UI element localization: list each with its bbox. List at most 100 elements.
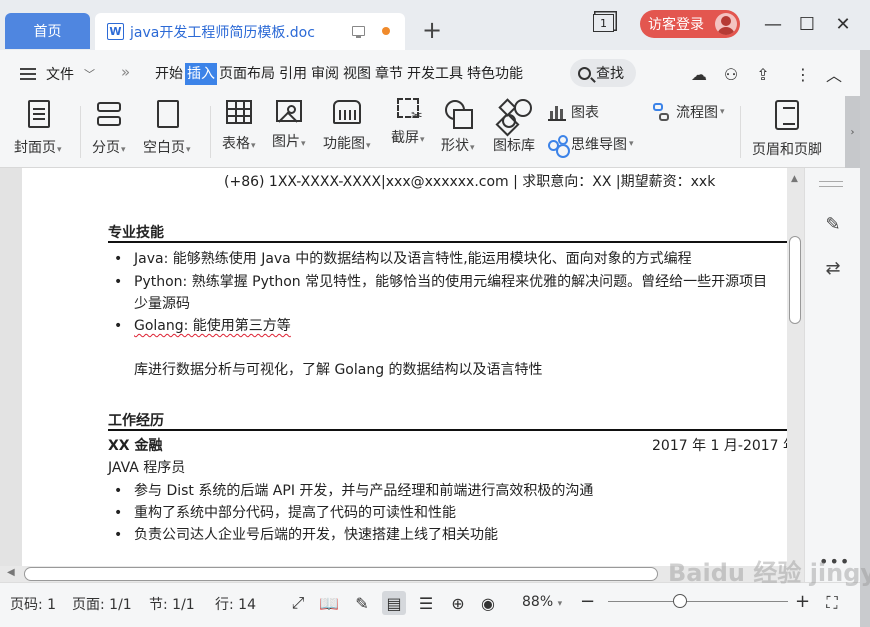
collapse-ribbon-icon[interactable]: ︿ [823,63,845,85]
menu-tab[interactable]: 审阅 [309,63,341,85]
blank-page-icon [157,100,180,128]
bullet-icon: • [114,527,123,543]
table-icon [225,100,252,124]
screenshot-button[interactable]: 截屏▾ [391,96,425,168]
zoom-in-button[interactable]: + [795,591,810,612]
chevron-down-icon: ﹀ [84,68,95,81]
window-count-button[interactable]: 1 [593,14,614,32]
right-sidebar: ✎ ⇄ ••• [804,168,860,582]
outline-view-icon[interactable]: ☰ [414,591,438,615]
word-doc-icon: W [107,23,124,40]
edit-mode-icon[interactable]: ✎ [350,591,374,615]
bullet-icon: • [114,505,123,521]
web-view-icon[interactable]: ⊕ [446,591,470,615]
work-item: • 负责公司达人企业号后端的开发，快速搭建上线了相关功能 [114,525,498,545]
icon-library-button[interactable]: 图标库 [493,96,535,168]
header-footer-button[interactable]: 页眉和页脚 [752,96,822,168]
flowchart-icon [653,103,671,121]
vertical-scrollbar[interactable]: ▲ [787,168,804,566]
page-break-button[interactable]: 分页▾ [92,96,126,168]
maximize-button[interactable]: ☐ [796,13,818,35]
status-section: 节: 1/1 [149,597,195,613]
page-view-icon[interactable]: ▤ [382,591,406,615]
eye-protection-icon[interactable]: ◉ [476,591,500,615]
zoom-slider[interactable] [608,601,788,602]
work-item: • 参与 Dist 系统的后端 API 开发，并与产品经理和前端进行高效积极的沟通 [114,481,593,501]
ribbon-scroll-right-button[interactable]: › [845,96,860,168]
function-chart-button[interactable]: 功能图▾ [323,96,371,168]
work-item-text: 重构了系统中部分代码，提高了代码的可读性和性能 [134,505,456,521]
cloud-sync-icon[interactable]: ☁ [688,63,710,85]
fit-window-icon[interactable]: ⛶ [820,591,844,615]
avatar-icon [715,13,737,35]
work-period: 2017 年 1 月-2017 年 [652,438,798,454]
status-line: 行: 14 [215,597,256,613]
menu-tab[interactable]: 插入 [185,63,217,85]
menu-bar: 文件 ﹀ » 开始 插入 页面布局 引用 审阅 视图 章节 开发工具 特色功能 查找 ☁ ⚇ ⇪… [0,50,870,96]
monitor-icon[interactable] [352,26,365,38]
zoom-value: 88% [522,594,554,610]
chart-button[interactable]: 图表 [548,102,599,122]
vertical-scroll-thumb[interactable] [789,236,801,324]
share-icon[interactable]: ⇪ [752,63,774,85]
bullet-icon: • [114,274,123,290]
hamburger-icon [20,68,36,80]
zoom-slider-knob[interactable] [673,594,687,608]
horizontal-scroll-thumb[interactable] [24,567,658,581]
screenshot-icon [396,98,423,124]
bar-chart-icon [548,103,566,121]
fullscreen-icon[interactable]: ⤢ [286,591,310,615]
edit-pen-icon[interactable]: ✎ [821,212,845,236]
reading-mode-icon[interactable]: 📖 [317,591,341,615]
zoom-out-button[interactable]: − [580,591,595,612]
search-button[interactable]: 查找 [570,59,636,87]
job-role: JAVA 程序员 [108,460,186,476]
file-menu[interactable]: 文件 ﹀ [20,64,95,84]
menu-tab[interactable]: 开发工具 [405,63,465,85]
add-user-icon[interactable]: ⚇ [720,63,742,85]
shape-label: 形状 [441,138,469,154]
scroll-up-icon[interactable]: ▲ [791,174,798,184]
menu-tab[interactable]: 章节 [373,63,405,85]
window-edge [860,50,870,627]
skill-item-golang: • Golang: 能使用第三方等 [114,316,291,336]
scroll-left-icon[interactable]: ◀ [7,567,15,578]
work-item: • 重构了系统中部分代码，提高了代码的可读性和性能 [114,503,456,523]
menu-tab[interactable]: 引用 [277,63,309,85]
more-options-icon[interactable]: ⋮ [792,63,814,85]
page-break-icon [95,100,123,128]
flowchart-button[interactable]: 流程图 ▾ [653,102,725,122]
visitor-login-button[interactable]: 访客登录 [640,10,740,38]
menu-tab[interactable]: 页面布局 [217,63,277,85]
blank-page-button[interactable]: 空白页▾ [143,96,191,168]
picture-button[interactable]: 图片▾ [272,96,306,168]
minimize-button[interactable]: — [762,13,784,35]
tab-home[interactable]: 首页 [5,13,90,49]
mindmap-label: 思维导图 [571,137,627,153]
translate-icon[interactable]: ⇄ [821,256,845,280]
mindmap-button[interactable]: 思维导图 ▾ [548,134,634,154]
new-tab-button[interactable]: + [422,18,442,42]
table-label: 表格 [222,136,250,152]
menu-tab[interactable]: 特色功能 [465,63,525,85]
page-break-label: 分页 [92,140,120,156]
ribbon-toolbar: 封面页▾ 分页▾ 空白页▾ 表格▾ 图片▾ 功能图▾ 截屏▾ 形状▾ 图标库 图… [0,96,860,168]
picture-icon [275,100,302,122]
skill-text: Golang: 能使用第三方等 [134,318,291,334]
function-chart-icon [332,100,361,124]
shape-button[interactable]: 形状▾ [441,96,475,168]
cover-page-label: 封面页 [14,140,56,156]
document-tab-title: java开发工程师简历模板.doc [130,24,315,41]
unsaved-dot-icon [382,27,390,35]
mindmap-icon [548,135,568,153]
cover-page-button[interactable]: 封面页▾ [14,96,62,168]
contact-line: (+86) 1XX-XXXX-XXXX|xxx@xxxxxx.com | 求职意… [224,171,715,191]
close-button[interactable]: ✕ [832,13,854,35]
menu-tab[interactable]: 视图 [341,63,373,85]
table-button[interactable]: 表格▾ [222,96,256,168]
menu-tab[interactable]: 开始 [153,63,185,85]
divider [740,106,741,158]
menu-more-button[interactable]: » [121,63,130,81]
zoom-level[interactable]: 88% ▾ [522,594,562,610]
flowchart-label: 流程图 [676,105,718,121]
